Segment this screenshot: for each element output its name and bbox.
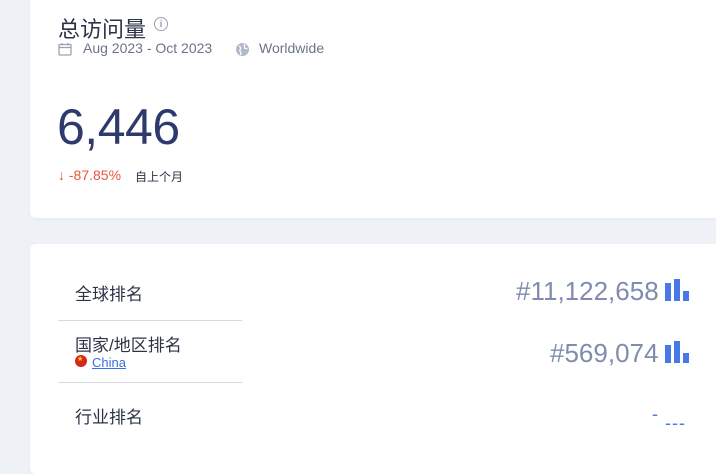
bar-chart-icon[interactable] [665,279,691,301]
industry-rank-value: - [652,404,658,424]
industry-rank-label: 行业排名 [75,408,143,427]
global-rank-label: 全球排名 [75,285,143,304]
country-link[interactable]: China [92,355,126,370]
country-rank-value: #569,074 [550,338,659,368]
visits-value: 6,446 [57,99,180,155]
visits-change: ↓ -87.85% [58,167,122,183]
country-rank-label: 国家/地区排名 [75,336,182,355]
date-range[interactable]: Aug 2023 - Oct 2023 [83,40,212,56]
globe-icon [236,43,249,56]
info-icon[interactable]: i [154,17,168,31]
row-divider [58,320,242,321]
bar-chart-icon[interactable] [665,341,691,363]
region-label[interactable]: Worldwide [259,40,324,56]
china-flag-icon: ★ [75,355,87,367]
global-rank-value: #11,122,658 [516,276,659,306]
visits-change-suffix: 自上个月 [135,170,184,184]
industry-rank-placeholder: --- [665,413,686,433]
calendar-icon [58,43,72,56]
row-divider [58,382,242,383]
